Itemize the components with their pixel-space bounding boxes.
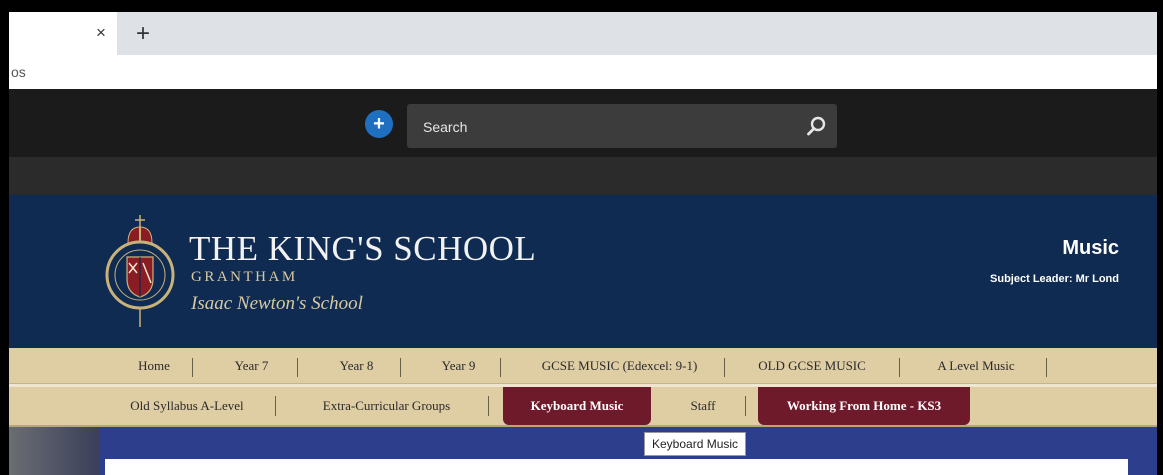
content-area [9, 427, 1157, 475]
school-motto: Isaac Newton's School [191, 293, 363, 314]
nav-year-9[interactable]: Year 9 [426, 348, 491, 383]
subject-leader: Subject Leader: Mr Lond [990, 273, 1119, 285]
close-tab-icon[interactable]: × [91, 22, 111, 44]
nav-old-gcse-music[interactable]: OLD GCSE MUSIC [747, 348, 877, 383]
site-header: THE KING'S SCHOOL GRANTHAM Isaac Newton'… [9, 195, 1157, 348]
page-title: Music [1062, 237, 1119, 259]
site-subbar [9, 157, 1157, 195]
bookmarks-bar: os [9, 55, 1157, 89]
nav-separator [400, 358, 401, 377]
main-nav-row-1: Home Year 7 Year 8 Year 9 GCSE MUSIC (Ed… [9, 348, 1157, 384]
nav-a-level-music[interactable]: A Level Music [921, 348, 1031, 383]
nav-keyboard-music[interactable]: Keyboard Music [503, 387, 651, 425]
browser-tab[interactable]: × [9, 12, 117, 55]
plus-circle-icon[interactable]: + [365, 110, 393, 138]
school-town: GRANTHAM [191, 269, 298, 285]
nav-extra-curricular-groups[interactable]: Extra-Curricular Groups [299, 387, 474, 425]
site-topbar: + [9, 89, 1157, 157]
new-tab-button[interactable]: + [129, 20, 157, 48]
search-input[interactable] [421, 116, 785, 138]
search-icon[interactable] [805, 114, 829, 138]
nav-old-syllabus-a-level[interactable]: Old Syllabus A-Level [117, 387, 257, 425]
nav-separator [745, 396, 746, 416]
school-name[interactable]: THE KING'S SCHOOL [189, 229, 536, 269]
search-box[interactable] [407, 104, 837, 148]
nav-separator [488, 396, 489, 416]
browser-tab-strip: × + [9, 12, 1157, 55]
nav-separator [1046, 358, 1047, 377]
nav-separator [275, 396, 276, 416]
tooltip: Keyboard Music [644, 432, 747, 456]
content-panel [105, 459, 1128, 475]
nav-gcse-music[interactable]: GCSE MUSIC (Edexcel: 9-1) [527, 348, 712, 383]
nav-year-8[interactable]: Year 8 [324, 348, 389, 383]
main-nav-row-2: Old Syllabus A-Level Extra-Curricular Gr… [9, 387, 1157, 427]
nav-home[interactable]: Home [119, 348, 189, 383]
nav-separator [297, 358, 298, 377]
nav-separator [899, 358, 900, 377]
screen: × + os + TH [0, 0, 1163, 475]
content-image-edge [9, 427, 99, 475]
school-crest-icon [105, 215, 175, 327]
nav-year-7[interactable]: Year 7 [219, 348, 284, 383]
nav-staff[interactable]: Staff [673, 387, 733, 425]
bookmark-item[interactable]: os [11, 64, 26, 80]
nav-working-from-home-ks3[interactable]: Working From Home - KS3 [758, 387, 970, 425]
nav-separator [500, 358, 501, 377]
nav-separator [192, 358, 193, 377]
nav-separator [724, 358, 725, 377]
